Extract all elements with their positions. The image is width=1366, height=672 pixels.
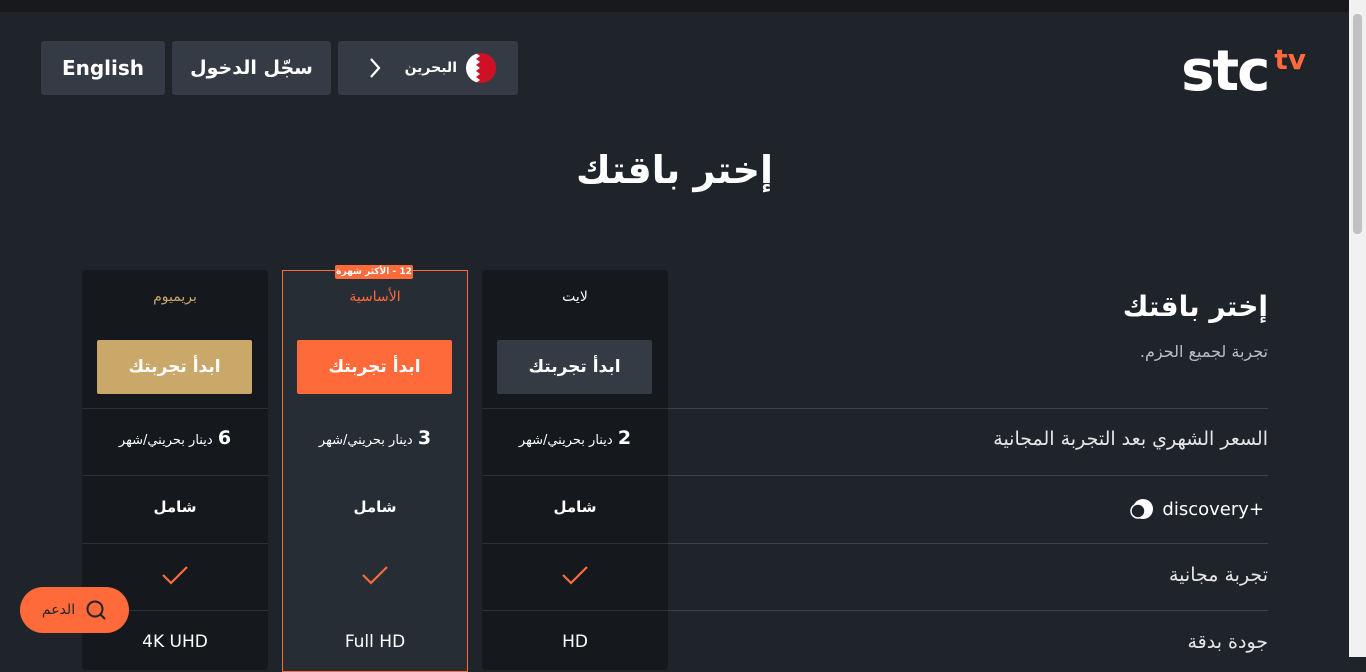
basic-plan-column — [282, 270, 468, 672]
price-basic-value: 3 — [417, 427, 432, 449]
row-divider — [82, 408, 268, 409]
plans-section-subtitle: تجربة لجميع الحزم. — [1139, 342, 1268, 361]
page-title: إختر باقتك — [575, 148, 774, 192]
price-lite-value: 2 — [617, 427, 632, 449]
price-lite-unit: دينار بحريني/شهر — [518, 433, 613, 448]
row-divider — [482, 610, 668, 611]
row-divider — [482, 408, 668, 409]
row-divider — [668, 543, 1268, 544]
logo-main-text: stc — [1181, 39, 1270, 104]
price-premium: 6 دينار بحريني/شهر — [82, 427, 268, 449]
price-lite: 2 دينار بحريني/شهر — [482, 427, 668, 449]
check-icon — [82, 565, 268, 587]
page-scrollbar[interactable] — [1349, 0, 1366, 657]
free-trial-row-label: تجربة مجانية — [1169, 564, 1268, 586]
quality-basic-value: Full HD — [344, 632, 406, 652]
language-english-label: English — [61, 56, 145, 80]
row-divider — [82, 543, 268, 544]
price-basic-unit: دينار بحريني/شهر — [318, 433, 413, 448]
bahrain-flag-icon — [466, 53, 496, 83]
row-divider — [668, 610, 1268, 611]
country-selector-button[interactable]: البحرين — [338, 41, 518, 95]
plan-name-premium: بريميوم — [153, 289, 197, 305]
row-divider — [668, 475, 1268, 476]
quality-premium-value: 4K UHD — [142, 632, 208, 652]
check-icon — [482, 565, 668, 587]
support-label: الدعم — [41, 602, 76, 618]
check-icon — [282, 565, 468, 587]
chevron-right-icon — [370, 58, 381, 78]
language-english-button[interactable]: English — [41, 41, 165, 95]
quality-row-label: جودة بدقة — [1187, 631, 1268, 653]
stc-tv-logo[interactable]: stc tv — [1181, 44, 1306, 104]
most-popular-badge: 12 - الأكثر شهرة — [335, 265, 413, 279]
start-trial-basic-button[interactable]: ابدأ تجربتك — [297, 340, 452, 394]
discovery-plus-row-label: discovery+ — [1128, 497, 1264, 521]
chat-bubble-icon — [86, 600, 106, 620]
price-premium-value: 6 — [217, 427, 232, 449]
discovery-logo-icon — [1130, 499, 1154, 519]
row-divider — [668, 408, 1268, 409]
start-trial-basic-label: ابدأ تجربتك — [328, 357, 421, 377]
quality-lite-value: HD — [562, 632, 588, 652]
price-premium-unit: دينار بحريني/شهر — [118, 433, 213, 448]
scrollbar-thumb[interactable] — [1353, 14, 1362, 234]
support-chat-button[interactable]: الدعم — [20, 587, 129, 633]
plan-name-basic: الأساسية — [349, 289, 401, 305]
browser-top-strip — [0, 0, 1366, 12]
login-button[interactable]: سجّل الدخول — [172, 41, 331, 95]
plan-name-lite: لايت — [562, 289, 588, 305]
logo-sub-text: tv — [1274, 43, 1306, 76]
discovery-basic-value: شامل — [353, 498, 397, 516]
price-basic: 3 دينار بحريني/شهر — [282, 427, 468, 449]
row-divider — [482, 543, 668, 544]
start-trial-premium-button[interactable]: ابدأ تجربتك — [97, 340, 252, 394]
discovery-lite-value: شامل — [553, 498, 597, 516]
start-trial-premium-label: ابدأ تجربتك — [128, 357, 221, 377]
login-label: سجّل الدخول — [190, 57, 313, 79]
discovery-premium-value: شامل — [153, 498, 197, 516]
country-label: البحرين — [404, 60, 457, 76]
start-trial-lite-button[interactable]: ابدأ تجربتك — [497, 340, 652, 394]
row-divider — [82, 475, 268, 476]
plans-section-title: إختر باقتك — [1122, 290, 1268, 323]
monthly-price-row-label: السعر الشهري بعد التجربة المجانية — [993, 428, 1268, 450]
row-divider — [482, 475, 668, 476]
start-trial-lite-label: ابدأ تجربتك — [528, 357, 621, 377]
discovery-plus-label: discovery+ — [1162, 498, 1264, 520]
